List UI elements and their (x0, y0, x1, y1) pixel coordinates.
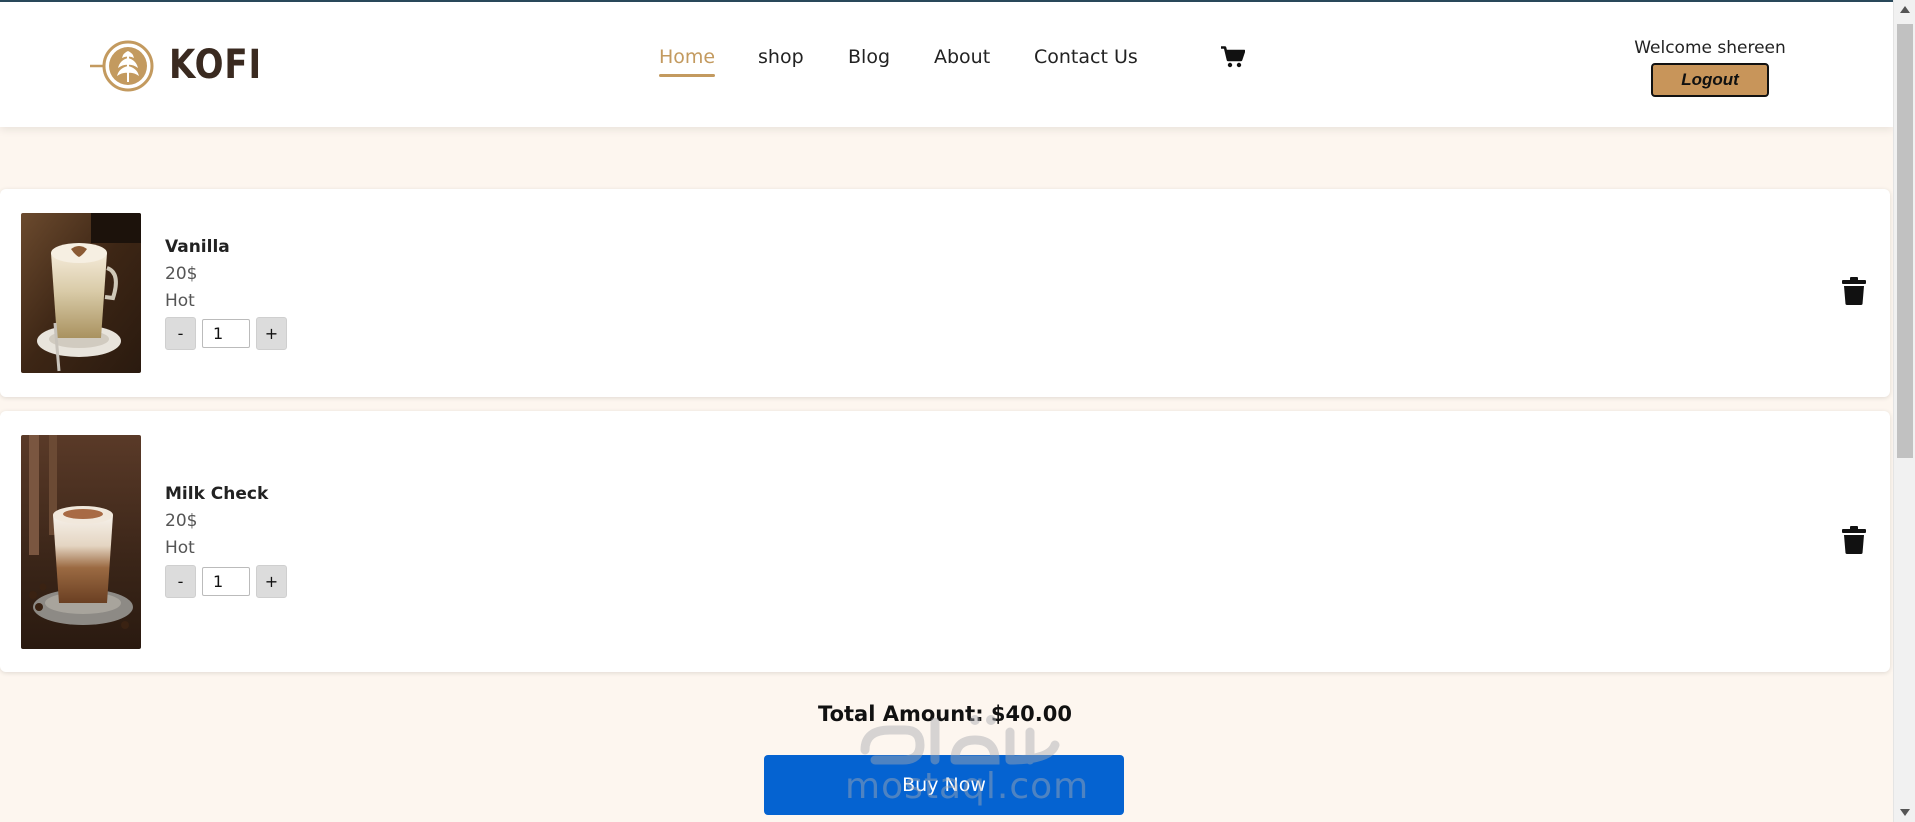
scrollbar-thumb[interactable] (1897, 24, 1913, 458)
nav-shop-link[interactable]: shop (758, 46, 804, 68)
quantity-input[interactable] (202, 319, 250, 348)
trash-icon[interactable] (1842, 526, 1866, 554)
scroll-up-arrow-icon[interactable] (1900, 6, 1910, 13)
logout-button[interactable]: Logout (1651, 63, 1769, 97)
welcome-text: Welcome shereen (1634, 38, 1786, 58)
vanilla-product-image (21, 213, 141, 373)
latte-glass-photo (21, 213, 141, 373)
nav-blog-link[interactable]: Blog (848, 46, 890, 68)
item-price: 20$ (165, 511, 198, 531)
shopping-cart-icon[interactable] (1221, 46, 1245, 68)
item-name: Milk Check (165, 484, 269, 504)
item-price: 20$ (165, 264, 198, 284)
nav-about-link[interactable]: About (934, 46, 990, 68)
site-header: KOFI Home shop Blog About Contact Us Wel… (0, 2, 1893, 127)
brand-logo[interactable]: KOFI (90, 38, 261, 94)
scroll-down-arrow-icon[interactable] (1900, 809, 1910, 816)
brand-name: KOFI (169, 42, 263, 88)
item-name: Vanilla (165, 237, 230, 257)
increase-quantity-button[interactable]: + (256, 317, 287, 350)
trash-icon[interactable] (1842, 277, 1866, 305)
item-temperature: Hot (165, 291, 195, 311)
cart-item: Milk Check 20$ Hot - + (0, 411, 1890, 672)
nav-home-label: Home (659, 46, 716, 68)
total-amount: Total Amount: $40.00 (818, 702, 1072, 726)
item-temperature: Hot (165, 538, 195, 558)
decrease-quantity-button[interactable]: - (165, 317, 196, 350)
cart-item: Vanilla 20$ Hot - + (0, 189, 1890, 397)
decrease-quantity-button[interactable]: - (165, 565, 196, 598)
nav-home-link[interactable]: Home (659, 46, 716, 77)
milk-coffee-glass-photo (21, 435, 141, 649)
milk-check-product-image (21, 435, 141, 649)
increase-quantity-button[interactable]: + (256, 565, 287, 598)
nav-contact-link[interactable]: Contact Us (1034, 46, 1138, 68)
active-underline (659, 74, 716, 77)
quantity-input[interactable] (202, 567, 250, 596)
vertical-scrollbar[interactable] (1893, 0, 1915, 822)
coffee-cup-latte-art-icon (90, 40, 154, 92)
buy-now-button[interactable]: Buy Now (764, 755, 1124, 815)
